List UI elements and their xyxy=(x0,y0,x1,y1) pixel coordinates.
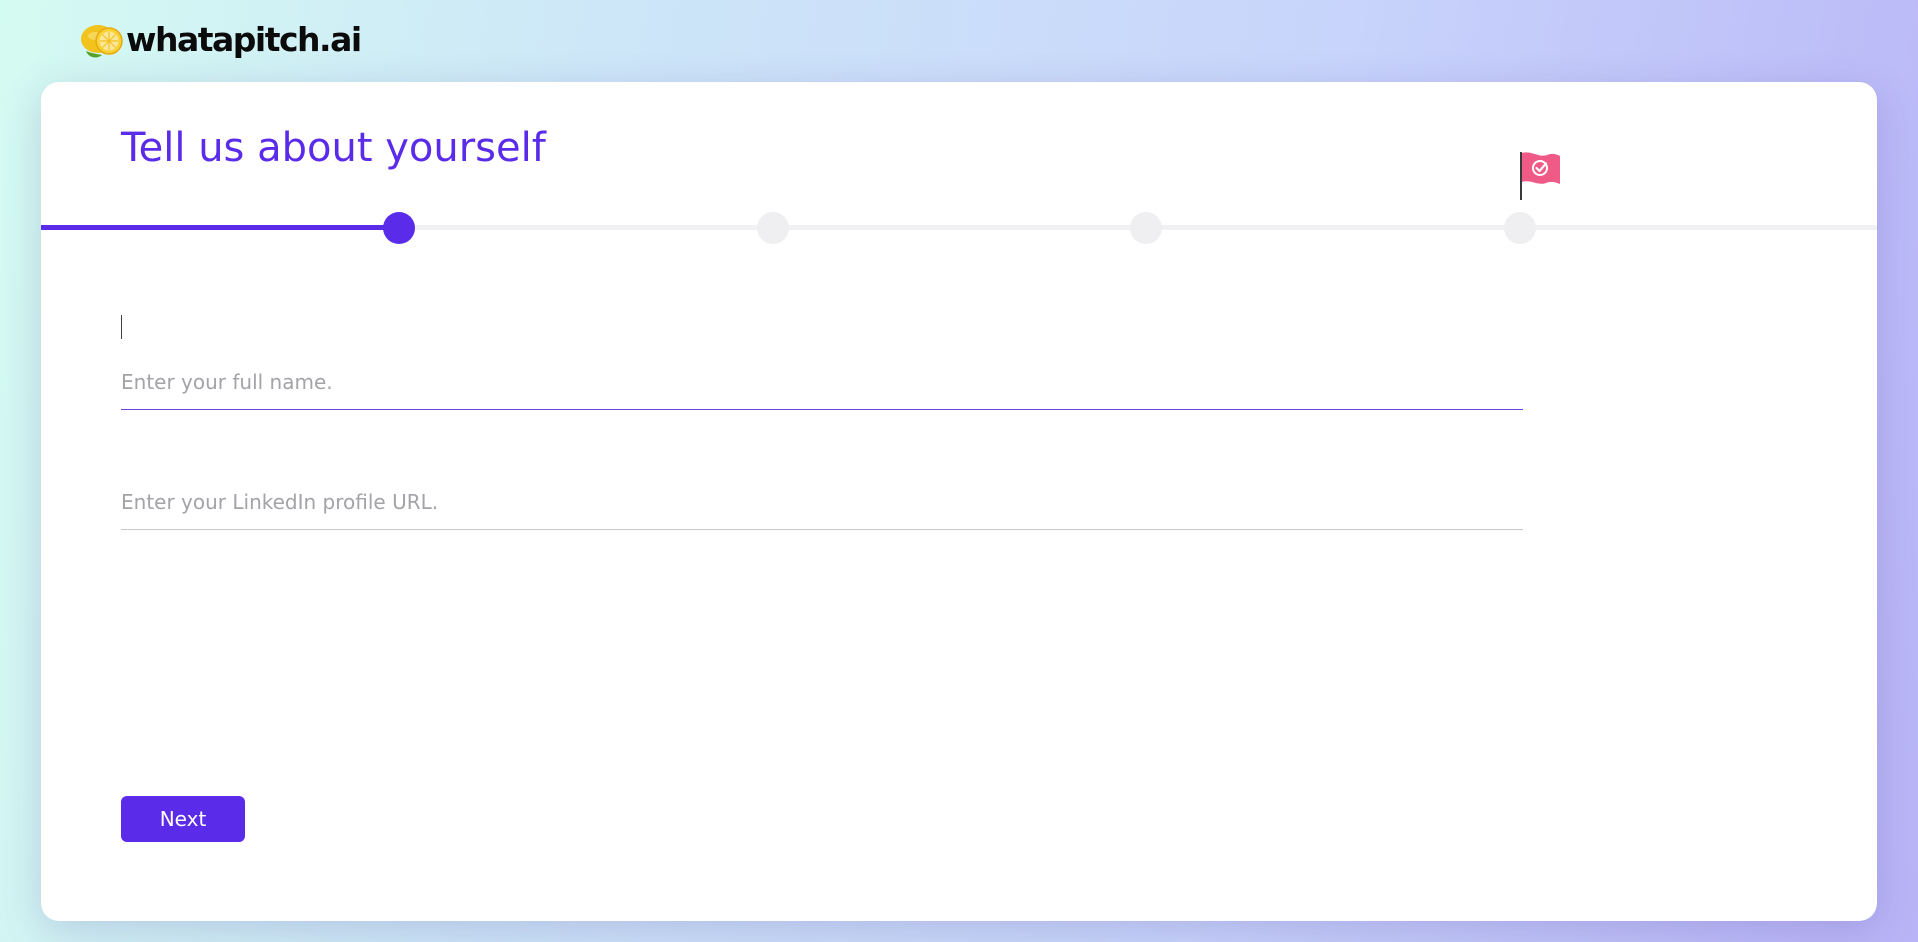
next-button[interactable]: Next xyxy=(121,796,245,842)
step-2-marker xyxy=(757,212,789,244)
step-4-marker xyxy=(1504,212,1536,244)
linkedin-url-input[interactable] xyxy=(121,474,1523,530)
brand-name: whatapitch.ai xyxy=(126,19,362,59)
progress-fill xyxy=(41,225,399,230)
lemon-icon xyxy=(81,25,123,58)
page-title: Tell us about yourself xyxy=(121,125,546,171)
full-name-input[interactable] xyxy=(121,354,1523,410)
step-3-marker xyxy=(1130,212,1162,244)
text-caret xyxy=(121,315,122,339)
brand-logo[interactable]: whatapitch.ai xyxy=(76,18,362,60)
step-1-marker xyxy=(383,212,415,244)
step-progress xyxy=(41,212,1877,244)
finish-flag-icon xyxy=(1520,152,1560,200)
onboarding-card: Tell us about yourself Next xyxy=(41,82,1877,921)
